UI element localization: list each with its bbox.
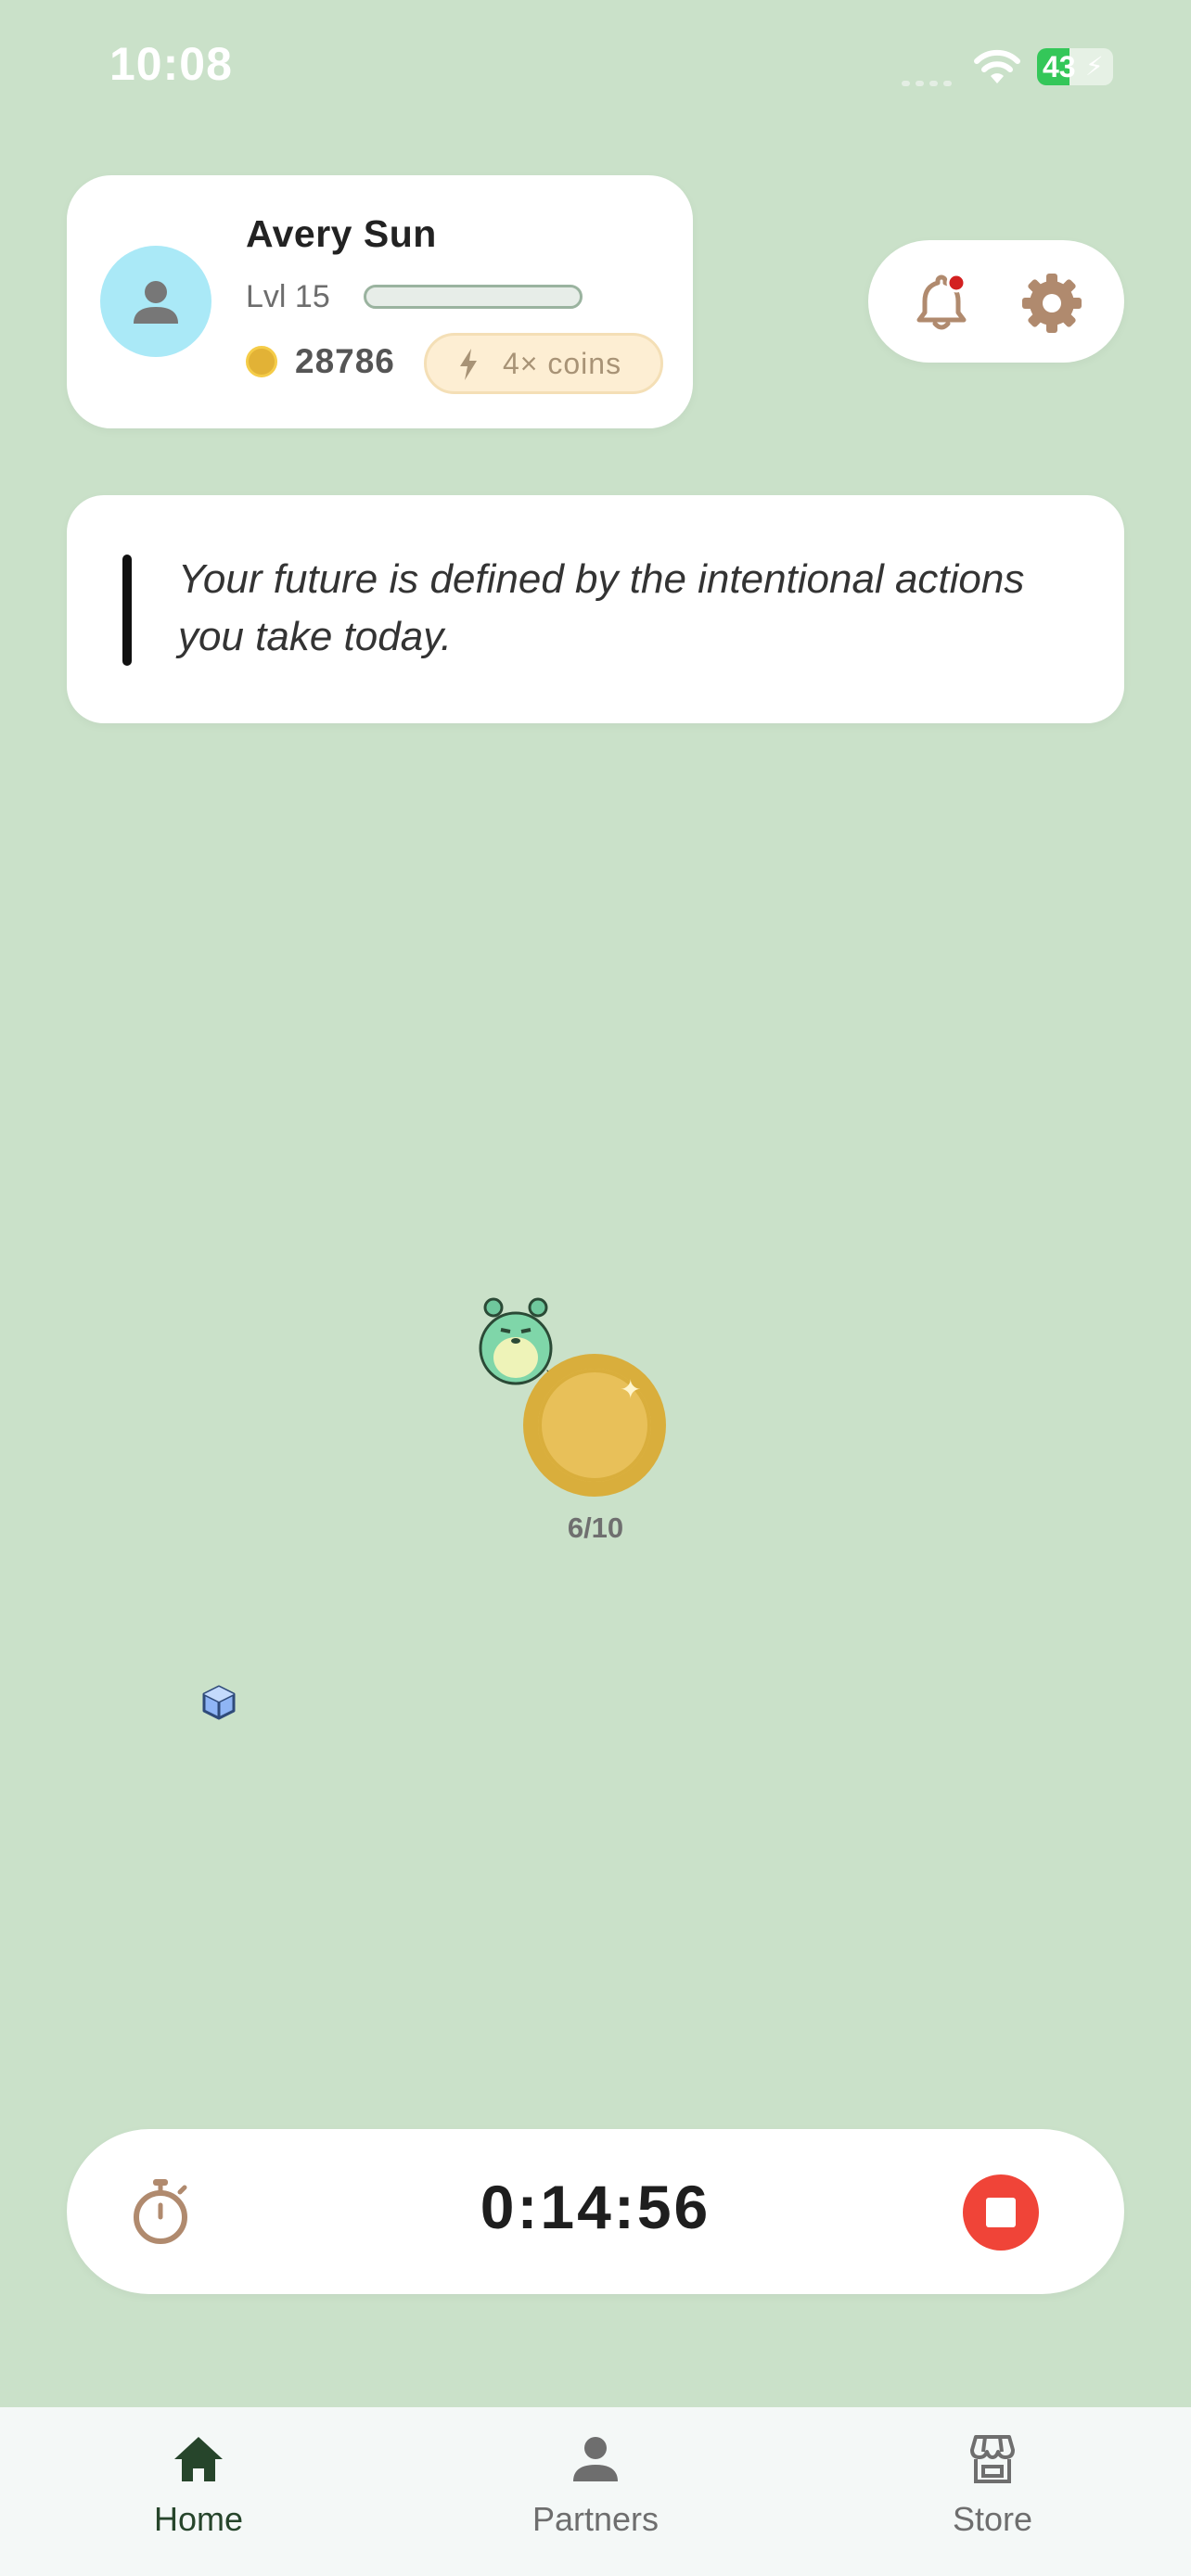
person-icon [134, 281, 178, 324]
xp-progress-bar [364, 285, 583, 309]
boost-label: 4× coins [503, 347, 622, 380]
tab-partners-label: Partners [531, 2500, 660, 2538]
home-icon [174, 2437, 223, 2481]
coin-boost-badge[interactable]: 4× coins [424, 333, 663, 394]
cube-icon[interactable] [200, 1684, 237, 1721]
cellular-signal-icon [902, 74, 957, 91]
header-actions [868, 240, 1124, 363]
coin-balance: 28786 [295, 342, 395, 380]
tab-store[interactable]: Store [853, 2407, 1132, 2576]
profile-card[interactable]: Avery Sun Lvl 15 28786 4× coins [67, 175, 693, 428]
collectible-coin[interactable]: ✦ [523, 1354, 666, 1497]
lightning-icon [460, 349, 477, 380]
coin-icon [246, 346, 277, 377]
stop-icon [986, 2198, 1016, 2227]
store-icon [970, 2435, 1015, 2483]
bottom-tab-bar: Home Partners Store [0, 2407, 1191, 2576]
user-name: Avery Sun [246, 212, 437, 255]
battery-percent: 43 [1043, 50, 1076, 83]
tab-partners[interactable]: Partners [456, 2407, 735, 2576]
battery-icon: 43 ⚡ [1037, 48, 1113, 85]
stop-button[interactable] [963, 2174, 1039, 2251]
notification-bell-icon[interactable] [909, 270, 974, 335]
settings-gear-icon[interactable] [1018, 270, 1085, 337]
quote-text: Your future is defined by the intentiona… [178, 556, 1025, 659]
tab-home-label: Home [153, 2500, 244, 2538]
quote-card: Your future is defined by the intentiona… [67, 495, 1124, 723]
user-level: Lvl 15 [246, 279, 330, 314]
avatar[interactable] [100, 246, 211, 357]
person-icon [573, 2437, 618, 2481]
status-time: 10:08 [109, 38, 233, 90]
tab-store-label: Store [952, 2500, 1033, 2538]
focus-timer-bar: 0:14:56 [67, 2129, 1124, 2294]
status-bar: 10:08 43 ⚡ [0, 0, 1191, 139]
coin-progress-text: 6/10 [567, 1511, 624, 1544]
tab-home[interactable]: Home [59, 2407, 338, 2576]
quote-accent-bar [122, 555, 132, 666]
wifi-icon [974, 49, 1020, 83]
